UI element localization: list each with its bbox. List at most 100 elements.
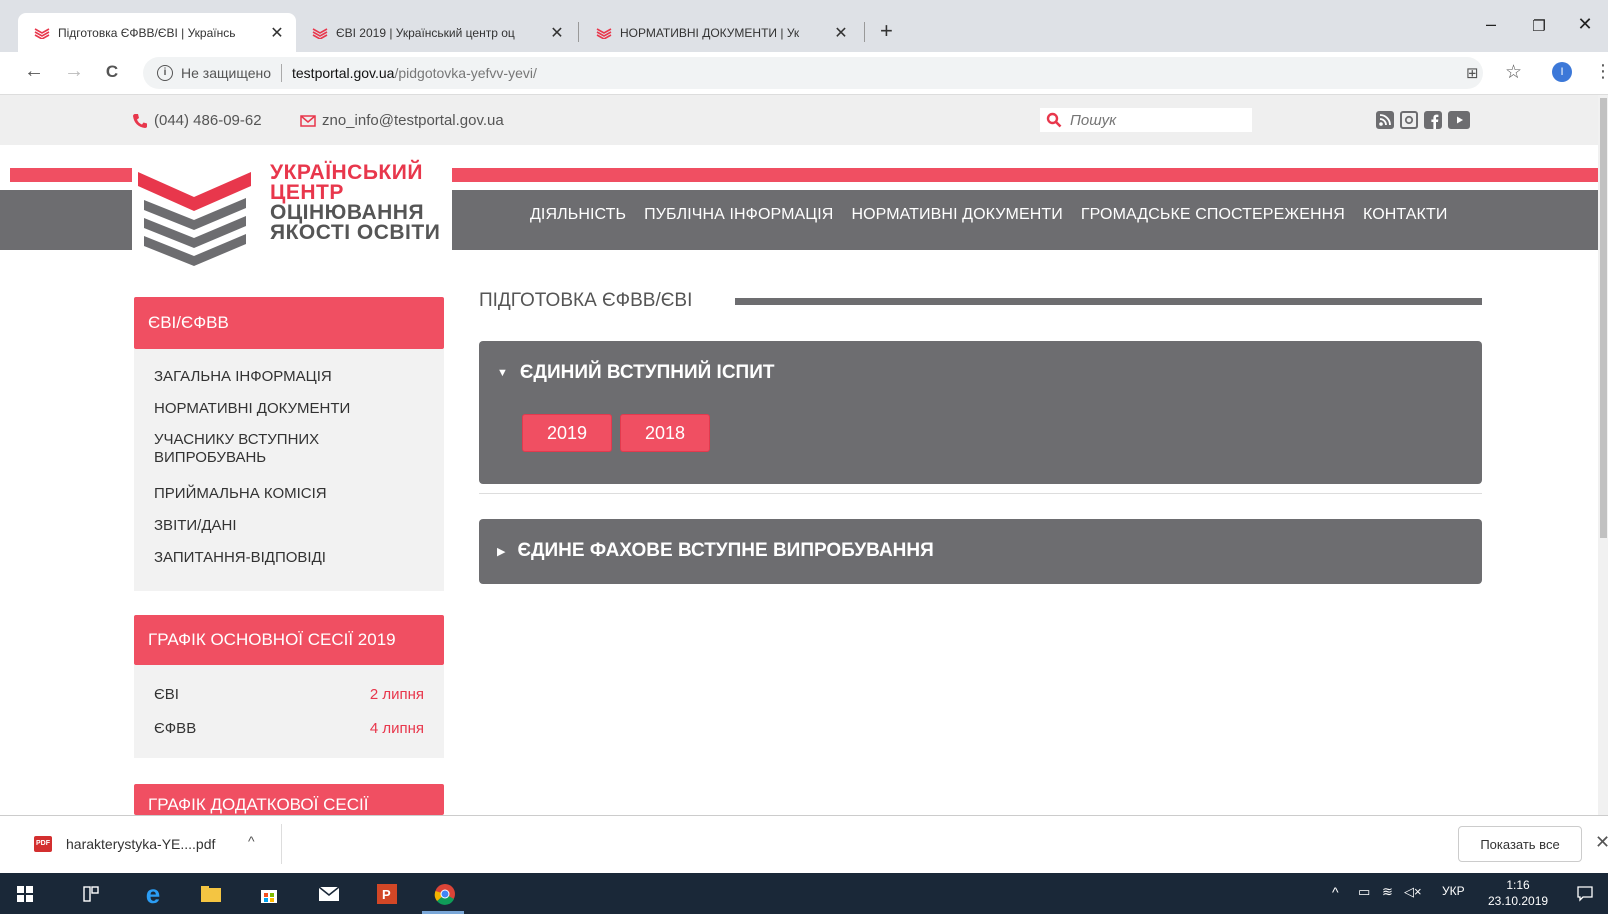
language-indicator[interactable]: УКР: [1442, 884, 1465, 898]
clock-time: 1:16: [1506, 878, 1530, 892]
sidebar-item-regulatory-docs[interactable]: НОРМАТИВНІ ДОКУМЕНТИ: [154, 400, 350, 418]
site-favicon-icon: [312, 27, 328, 39]
phone-icon: [133, 113, 147, 128]
youtube-icon[interactable]: [1448, 111, 1470, 129]
window-close-button[interactable]: ✕: [1562, 14, 1608, 35]
site-favicon-icon: [596, 27, 612, 39]
nav-item-public-info[interactable]: ПУБЛІЧНА ІНФОРМАЦІЯ: [644, 206, 833, 224]
wifi-icon[interactable]: ≋: [1382, 884, 1393, 900]
bookmark-star-icon[interactable]: ☆: [1505, 61, 1522, 84]
year-button-2018[interactable]: 2018: [620, 414, 710, 452]
header-accent-stripe: [452, 168, 1598, 182]
download-bar: PDF harakterystyka-YE....pdf ^ Показать …: [0, 815, 1608, 873]
search-icon[interactable]: [1046, 112, 1062, 128]
accordion-panel-efvv: ▶ ЄДИНЕ ФАХОВЕ ВСТУПНЕ ВИПРОБУВАННЯ: [479, 519, 1482, 584]
site-favicon-icon: [34, 27, 50, 39]
phone-contact[interactable]: (044) 486-09-62: [132, 112, 262, 129]
system-clock[interactable]: 1:16 23.10.2019: [1488, 877, 1548, 909]
title-underline: [735, 298, 1482, 305]
rss-icon[interactable]: [1376, 111, 1394, 129]
phone-number: (044) 486-09-62: [154, 112, 262, 129]
year-button-2019[interactable]: 2019: [522, 414, 612, 452]
schedule-exam: ЄФВВ: [154, 720, 197, 737]
browser-toolbar: ← → C i Не защищено testportal.gov.ua /p…: [0, 52, 1608, 95]
windows-taskbar: e P ^ ▭ ≋ ◁× УКР 1:16 23.10.2019: [0, 873, 1608, 914]
accordion-title: ЄДИНЕ ФАХОВЕ ВСТУПНЕ ВИПРОБУВАННЯ: [517, 540, 934, 561]
browser-tab[interactable]: НОРМАТИВНІ ДОКУМЕНТИ | Ук ✕: [580, 13, 860, 52]
close-download-bar-icon[interactable]: ✕: [1595, 832, 1608, 853]
volume-icon[interactable]: ◁×: [1404, 884, 1422, 900]
task-view-icon[interactable]: [78, 881, 104, 907]
mail-icon: [300, 114, 316, 127]
new-tab-button[interactable]: +: [880, 18, 893, 44]
chrome-icon[interactable]: [432, 881, 458, 907]
schedule-row: ЄВІ 2 липня: [154, 686, 424, 703]
email-address: zno_info@testportal.gov.ua: [322, 112, 504, 129]
clock-date: 23.10.2019: [1488, 894, 1549, 908]
back-button[interactable]: ←: [22, 60, 46, 83]
tab-close-icon[interactable]: ✕: [268, 23, 286, 43]
forward-button[interactable]: →: [62, 60, 86, 83]
file-explorer-icon[interactable]: [198, 881, 224, 907]
logo-line: УКРАЇНСЬКИЙ: [270, 161, 423, 184]
restore-button[interactable]: ❐: [1516, 17, 1562, 35]
url-host: testportal.gov.ua: [292, 65, 395, 81]
accordion-divider: [479, 493, 1482, 494]
address-bar[interactable]: i Не защищено testportal.gov.ua /pidgoto…: [143, 57, 1483, 89]
nav-item-contacts[interactable]: КОНТАКТИ: [1363, 206, 1447, 224]
nav-item-regulatory-docs[interactable]: НОРМАТИВНІ ДОКУМЕНТИ: [851, 206, 1062, 224]
store-icon[interactable]: [256, 881, 282, 907]
sidebar-item-participants[interactable]: УЧАСНИКУ ВСТУПНИХ ВИПРОБУВАНЬ: [154, 431, 374, 467]
sidebar-item-reports[interactable]: ЗВІТИ/ДАНІ: [154, 517, 237, 535]
tab-close-icon[interactable]: ✕: [832, 23, 850, 43]
email-contact[interactable]: zno_info@testportal.gov.ua: [300, 112, 504, 129]
reload-button[interactable]: C: [100, 62, 124, 82]
nav-item-public-observation[interactable]: ГРОМАДСЬКЕ СПОСТЕРЕЖЕННЯ: [1081, 206, 1345, 224]
tray-chevron-icon[interactable]: ^: [1332, 884, 1339, 900]
site-info-icon[interactable]: i: [157, 65, 173, 81]
pdf-file-icon: PDF: [34, 836, 52, 852]
browser-tab-strip: Підготовка ЄФВВ/ЄВІ | Українсь ✕ ЄВІ 201…: [0, 0, 1608, 52]
schedule-date: 2 липня: [369, 686, 424, 703]
mail-app-icon[interactable]: [316, 881, 342, 907]
show-all-button[interactable]: Показать все: [1458, 826, 1582, 862]
logo-line: ОЦІНЮВАННЯ: [270, 201, 425, 224]
caret-down-icon: ▼: [497, 367, 508, 379]
browser-menu-icon[interactable]: ⋮: [1594, 61, 1608, 82]
browser-tab-active[interactable]: Підготовка ЄФВВ/ЄВІ | Українсь ✕: [18, 13, 296, 52]
search-input[interactable]: [1070, 111, 1230, 129]
caret-right-icon: ▶: [497, 545, 506, 558]
browser-tab[interactable]: ЄВІ 2019 | Український центр оц ✕: [296, 13, 576, 52]
tab-divider: [864, 22, 865, 42]
instagram-icon[interactable]: [1400, 111, 1418, 129]
sidebar-item-faq[interactable]: ЗАПИТАННЯ-ВІДПОВІДІ: [154, 549, 326, 567]
accordion-panel-evi: ▼ ЄДИНИЙ ВСТУПНИЙ ІСПИТ: [479, 341, 1482, 484]
nav-item-activity[interactable]: ДІЯЛЬНІСТЬ: [530, 206, 626, 224]
tab-divider: [578, 22, 579, 42]
accordion-header[interactable]: ▼ ЄДИНИЙ ВСТУПНИЙ ІСПИТ: [497, 362, 774, 384]
sidebar-item-general-info[interactable]: ЗАГАЛЬНА ІНФОРМАЦІЯ: [154, 368, 332, 386]
security-status: Не защищено: [181, 65, 271, 81]
chevron-up-icon[interactable]: ^: [248, 833, 255, 849]
translate-icon[interactable]: ⊞: [1466, 64, 1479, 82]
download-filename[interactable]: harakterystyka-YE....pdf: [66, 836, 215, 852]
schedule-row: ЄФВВ 4 липня: [154, 720, 424, 737]
site-top-bar: (044) 486-09-62 zno_info@testportal.gov.…: [0, 95, 1608, 145]
edge-browser-icon[interactable]: e: [140, 879, 166, 909]
minimize-button[interactable]: –: [1468, 14, 1514, 35]
schedule-date: 4 липня: [369, 720, 424, 737]
sidebar-section-title[interactable]: ЄВІ/ЄФВВ: [134, 297, 444, 349]
sidebar-item-admissions[interactable]: ПРИЙМАЛЬНА КОМІСІЯ: [154, 485, 327, 503]
notifications-icon[interactable]: [1572, 881, 1598, 907]
windows-start-icon[interactable]: [12, 881, 38, 907]
tab-close-icon[interactable]: ✕: [548, 23, 566, 43]
accordion-header[interactable]: ▶ ЄДИНЕ ФАХОВЕ ВСТУПНЕ ВИПРОБУВАННЯ: [497, 540, 934, 562]
main-navigation: ДІЯЛЬНІСТЬ ПУБЛІЧНА ІНФОРМАЦІЯ НОРМАТИВН…: [530, 206, 1465, 224]
profile-avatar[interactable]: I: [1552, 62, 1572, 82]
sidebar-extra-session-title: ГРАФІК ДОДАТКОВОЇ СЕСІЇ: [134, 784, 444, 815]
battery-icon[interactable]: ▭: [1358, 884, 1370, 900]
powerpoint-icon[interactable]: P: [374, 881, 400, 907]
logo-line: ЯКОСТІ ОСВІТИ: [270, 221, 441, 244]
facebook-icon[interactable]: [1424, 111, 1442, 129]
scrollbar-thumb[interactable]: [1600, 98, 1607, 538]
